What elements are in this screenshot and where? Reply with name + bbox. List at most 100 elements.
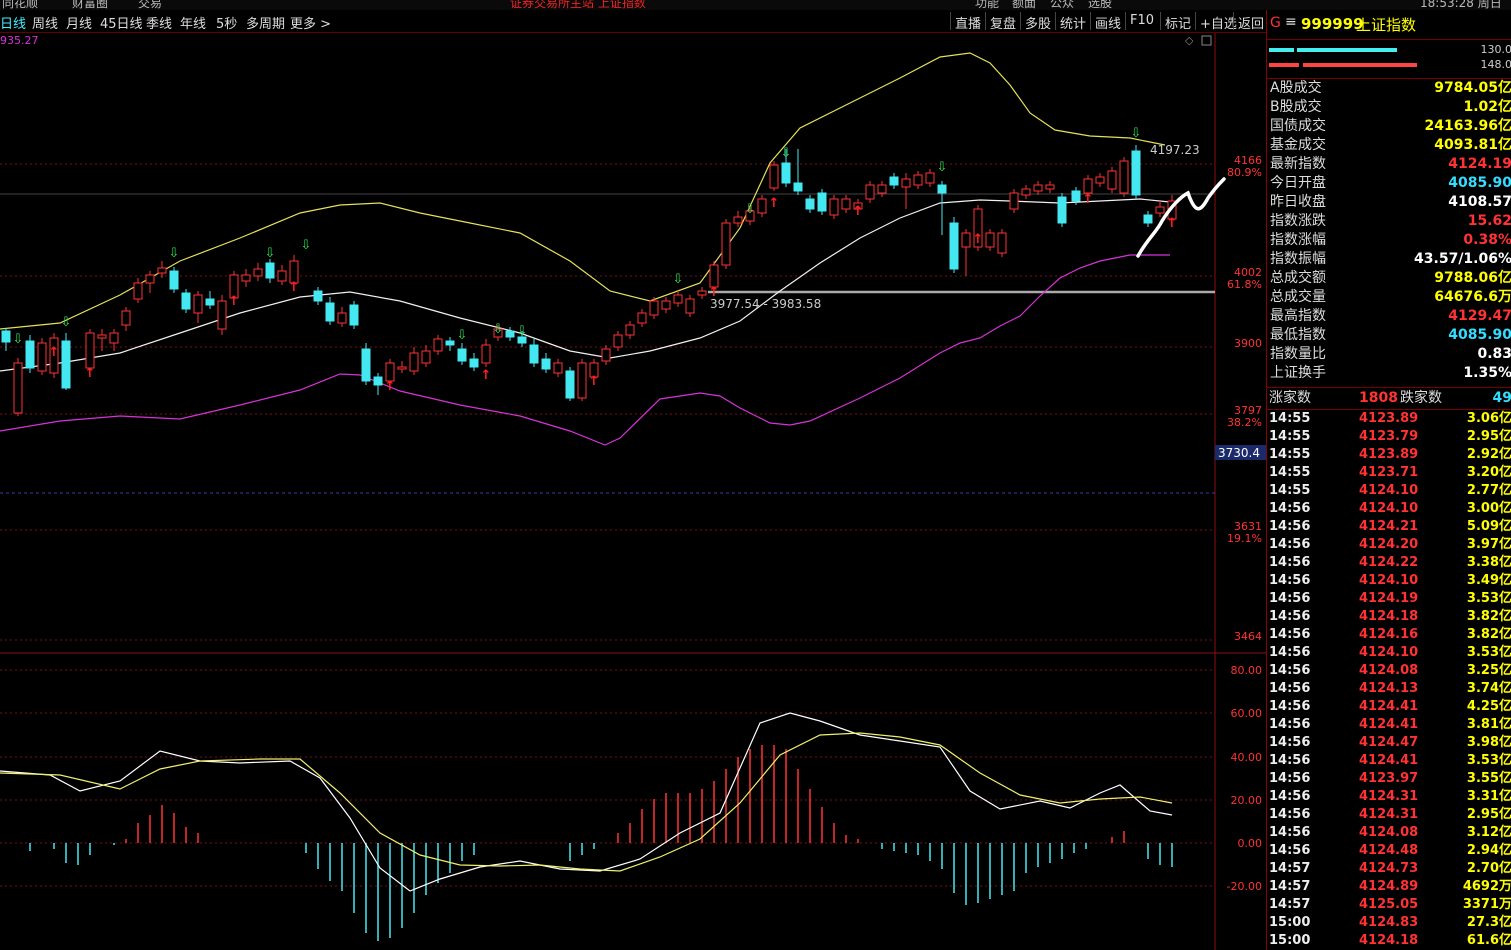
tab-45day[interactable]: 45日线 [100, 13, 143, 32]
candle-body [685, 298, 695, 314]
candle-body [937, 184, 947, 194]
top-item[interactable]: 额面 [1012, 0, 1036, 10]
chart-settings-icon[interactable]: ◇ [1185, 34, 1194, 47]
top-item[interactable]: 同花顺 [2, 0, 38, 10]
tick-time: 14:56 [1269, 555, 1311, 570]
menu-icon[interactable]: ≡ [1285, 14, 1297, 30]
candle-body [781, 162, 791, 184]
stat-value: 43.57/1.06% [1414, 251, 1511, 267]
maximize-icon[interactable] [1201, 35, 1212, 46]
candle-body [1021, 188, 1031, 196]
candle-body [613, 334, 623, 348]
tick-time: 14:56 [1269, 573, 1311, 588]
multi-stock-button[interactable]: 多股 [1020, 12, 1055, 32]
add-watchlist-button[interactable]: +自选 [1195, 12, 1237, 32]
tick-row: 14:56 4124.19 3.53亿 [1267, 590, 1511, 608]
tick-price: 4124.41 [1359, 717, 1419, 732]
panel-icon[interactable]: G [1270, 15, 1281, 31]
tick-price: 4124.73 [1359, 861, 1419, 876]
fib-label: 80.9% [1227, 166, 1262, 179]
tab-monthly[interactable]: 月线 [66, 13, 92, 32]
top-item[interactable]: 选股 [1088, 0, 1112, 10]
stat-label: 指数振幅 [1270, 251, 1326, 267]
candle-body [805, 198, 815, 210]
macd-tick: 0.00 [1238, 837, 1263, 850]
back-button[interactable]: 返回 [1233, 12, 1266, 32]
stat-label: 最高指数 [1270, 308, 1326, 324]
tick-row: 14:56 4124.41 3.81亿 [1267, 716, 1511, 734]
tick-row: 14:57 4125.05 3371万 [1267, 896, 1511, 914]
candle-body [421, 350, 431, 364]
tick-price: 4124.31 [1359, 807, 1419, 822]
tick-row: 14:56 4124.16 3.82亿 [1267, 626, 1511, 644]
stat-row: 国债成交 24163.96亿 [1267, 117, 1511, 136]
top-item[interactable]: 公众 [1050, 0, 1074, 10]
candle-body [193, 294, 203, 314]
tick-row: 14:56 4124.18 3.82亿 [1267, 608, 1511, 626]
top-item[interactable]: 交易 [138, 0, 162, 10]
tick-time: 14:55 [1269, 429, 1311, 444]
live-button[interactable]: 直播 [950, 12, 985, 32]
stat-value: 4108.57 [1448, 194, 1511, 210]
tick-time: 15:00 [1269, 933, 1311, 948]
tick-volume: 3.06亿 [1466, 411, 1511, 426]
tab-quarterly[interactable]: 季线 [146, 13, 172, 32]
stat-label: 昨日收盘 [1270, 194, 1326, 210]
stat-value: 9784.05亿 [1434, 80, 1511, 96]
down-label: 跌家数 [1400, 390, 1442, 406]
tick-price: 4124.10 [1359, 573, 1419, 588]
tick-volume: 3.53亿 [1466, 753, 1511, 768]
stock-name: 上证指数 [1356, 16, 1417, 34]
kline-chart[interactable]: 935.27 ◇ 416680.9%400261.8%3900379738.2%… [0, 33, 1266, 950]
candle-body [265, 262, 275, 279]
top-item[interactable]: 财富圈 [72, 0, 108, 10]
macd-pane [0, 712, 1173, 941]
tab-multi-period[interactable]: 多周期 [246, 13, 285, 32]
tick-row: 14:57 4124.73 2.70亿 [1267, 860, 1511, 878]
candle-body [445, 340, 455, 346]
draw-line-button[interactable]: 画线 [1090, 12, 1125, 32]
candle-body [901, 178, 911, 188]
tick-row: 14:57 4124.89 4692万 [1267, 878, 1511, 896]
candle-body [637, 312, 647, 324]
window-title: 证券交易所主站 上证指数 [510, 0, 646, 10]
candle-body [769, 164, 779, 189]
buy-arrow-icon: ↑ [289, 280, 300, 295]
tick-volume: 3.97亿 [1466, 537, 1511, 552]
tick-time: 14:55 [1269, 465, 1311, 480]
tick-row: 14:56 4124.48 2.94亿 [1267, 842, 1511, 860]
stat-row: 今日开盘 4085.90 [1267, 174, 1511, 193]
statistics-button[interactable]: 统计 [1055, 12, 1090, 32]
tick-row: 15:00 4124.83 27.3亿 [1267, 914, 1511, 932]
tick-price: 4125.05 [1359, 897, 1419, 912]
chart-grid [0, 163, 1215, 887]
candle-body [829, 198, 839, 216]
more-menu[interactable]: 更多 > [290, 13, 331, 32]
tick-time: 14:56 [1269, 645, 1311, 660]
stat-label: 最低指数 [1270, 327, 1326, 343]
tab-yearly[interactable]: 年线 [180, 13, 206, 32]
replay-button[interactable]: 复盘 [985, 12, 1020, 32]
candle-body [37, 342, 47, 372]
f10-button[interactable]: F10 [1125, 12, 1160, 30]
tick-time: 14:57 [1269, 897, 1311, 912]
buy-arrow-icon: ↑ [853, 204, 864, 219]
mark-button[interactable]: 标记 [1160, 12, 1195, 32]
tick-volume: 61.6亿 [1466, 933, 1511, 948]
top-item[interactable]: 功能 [975, 0, 999, 10]
tick-row: 14:56 4124.20 3.97亿 [1267, 536, 1511, 554]
tab-daily[interactable]: 日线 [0, 13, 26, 32]
sell-arrow-icon: ⇩ [13, 332, 24, 347]
tab-5sec[interactable]: 5秒 [216, 13, 237, 32]
candle-body [793, 182, 803, 192]
candle-body [553, 362, 563, 374]
tick-volume: 3.98亿 [1466, 735, 1511, 750]
candle-body [529, 344, 539, 364]
candle-body [469, 358, 479, 368]
candle-body [145, 274, 155, 284]
stat-row: 指数振幅 43.57/1.06% [1267, 250, 1511, 269]
stat-value: 15.62 [1467, 213, 1511, 229]
tab-weekly[interactable]: 周线 [32, 13, 58, 32]
tick-row: 14:55 4123.89 2.92亿 [1267, 446, 1511, 464]
candle-body [361, 348, 371, 382]
